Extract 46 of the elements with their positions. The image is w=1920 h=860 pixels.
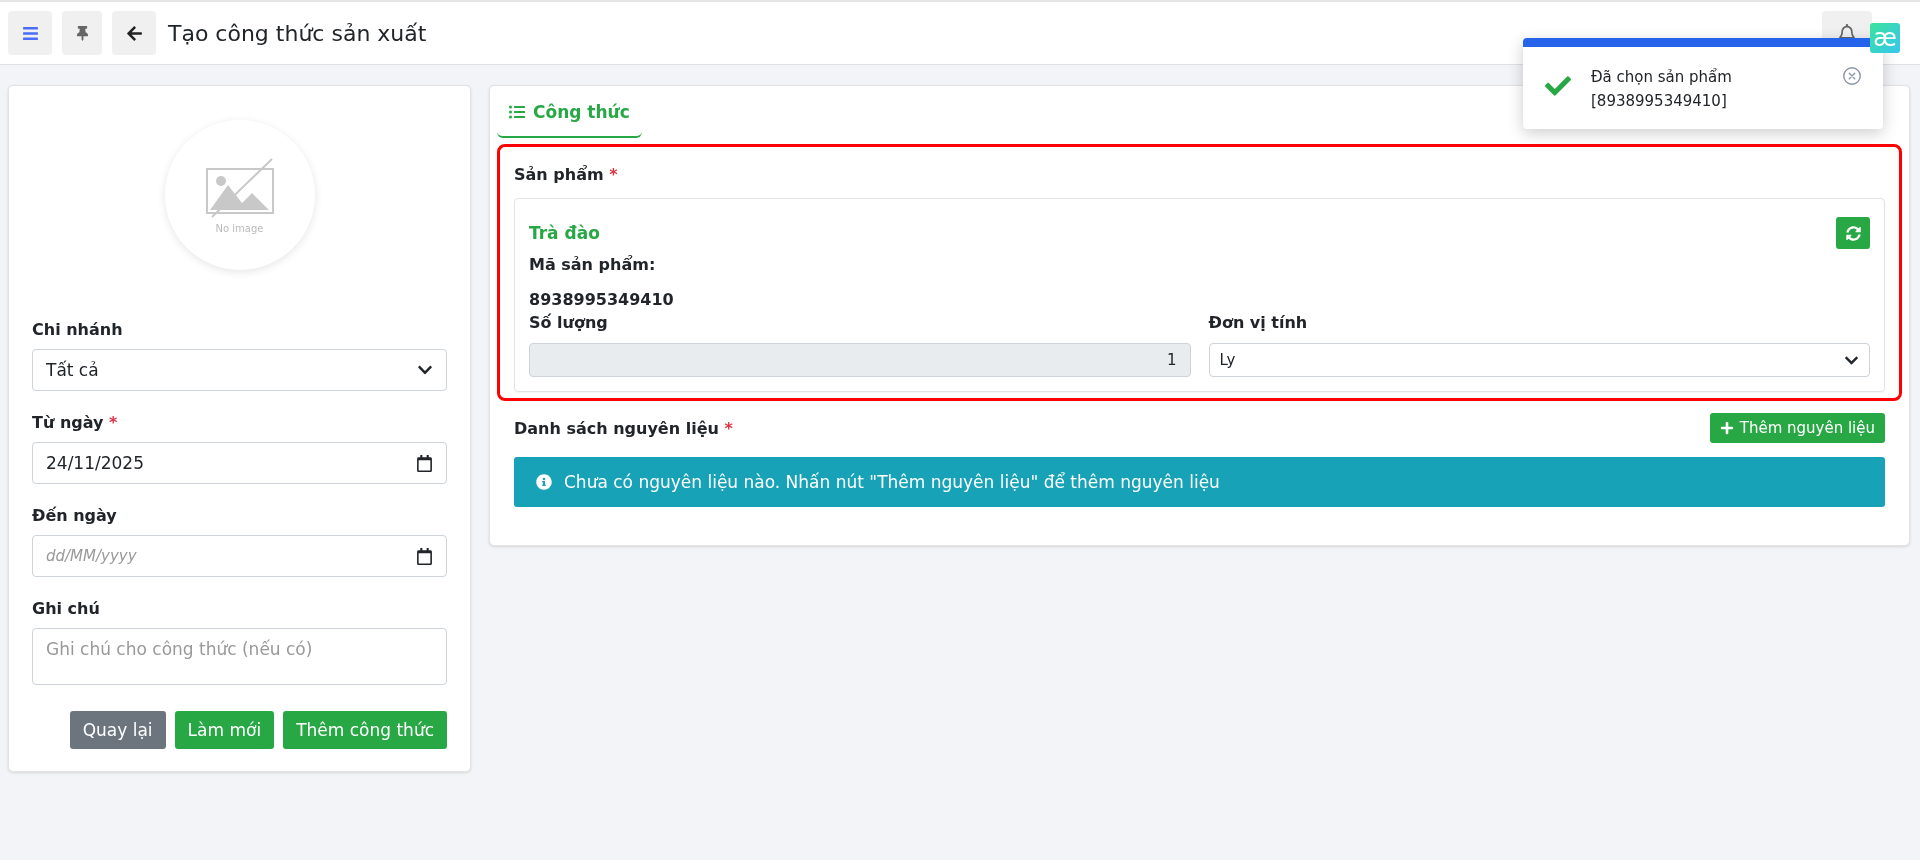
section-label: Sản phẩm * [514, 165, 618, 184]
field-label: Đơn vị tính [1208, 313, 1309, 332]
toast-message: Đã chọn sản phẩm [8938995349410] [1591, 67, 1733, 112]
select-field[interactable]: Tất cả [32, 349, 447, 391]
page-title: Tạo công thức sản xuất [168, 20, 428, 46]
tab[interactable]: Công thức [497, 86, 642, 138]
list-icon [509, 104, 525, 120]
field-label: Ghi chú [32, 599, 101, 618]
app-logo[interactable]: æ [1870, 23, 1900, 53]
refresh-icon [1845, 225, 1861, 241]
textarea-field[interactable]: Ghi chú cho công thức (nếu có) [32, 628, 447, 685]
date-field[interactable]: 24/11/2025 [32, 442, 447, 484]
refresh-button[interactable] [1836, 217, 1870, 249]
close-icon[interactable] [1841, 65, 1863, 87]
required-mark: * [724, 418, 733, 438]
product-name: Trà đào [529, 223, 600, 243]
required-mark: * [109, 413, 118, 432]
arrow-left-icon [125, 24, 143, 42]
product-code: 8938995349410 [529, 290, 675, 309]
field-label: Đến ngày [32, 506, 118, 525]
form-button[interactable]: Làm mới [174, 711, 275, 749]
no-image-icon [203, 156, 276, 219]
field-label: Từ ngày * [32, 413, 119, 432]
add-ingredient-button[interactable]: Thêm nguyên liệu [1709, 413, 1885, 443]
calendar-icon [416, 547, 433, 565]
required-mark: * [609, 165, 618, 184]
menu-icon [21, 24, 39, 42]
calendar-icon [416, 454, 433, 472]
back-button[interactable] [112, 11, 156, 55]
field-label: Số lượng [529, 313, 609, 332]
section-label: Danh sách nguyên liệu * [514, 418, 733, 438]
menu-button[interactable] [8, 11, 52, 55]
unit-select[interactable]: Ly [1208, 343, 1870, 377]
image-caption: No image [215, 222, 264, 234]
info-icon [536, 474, 552, 490]
form-button[interactable]: Thêm công thức [283, 711, 447, 749]
field-label: Mã sản phẩm: [529, 255, 657, 274]
check-icon [1545, 73, 1571, 99]
quantity-field: 1 [529, 343, 1191, 377]
field-label: Chi nhánh [32, 320, 124, 339]
plus-icon [1719, 421, 1734, 435]
pin-button[interactable] [62, 11, 102, 55]
date-field[interactable]: dd/MM/yyyy [32, 535, 447, 577]
form-button[interactable]: Quay lại [69, 711, 166, 749]
pin-icon [74, 25, 90, 41]
alert-message: Chưa có nguyên liệu nào. Nhấn nút "Thêm nguyên liệu" để thêm nguyên liệu [564, 472, 1220, 492]
